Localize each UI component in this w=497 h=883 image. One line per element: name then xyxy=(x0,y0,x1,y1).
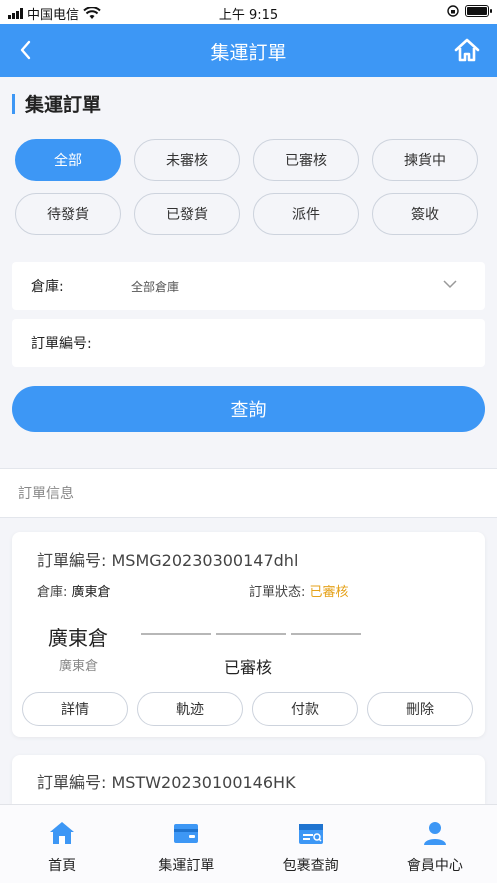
warehouse-value: 全部倉庫 xyxy=(131,279,180,294)
order-warehouse-label: 倉庫: xyxy=(37,585,68,600)
warehouse-label: 倉庫: xyxy=(31,279,64,295)
rotation-lock-icon xyxy=(447,5,459,17)
order-status: 訂單狀态: 已審核 xyxy=(249,581,349,600)
order-warehouse-value: 廣東倉 xyxy=(71,585,111,600)
nav-bar: 集運訂單 xyxy=(0,24,497,77)
tab-member[interactable]: 會員中心 xyxy=(373,805,497,883)
order-number-value: MSTW20230100146HK xyxy=(111,773,296,792)
filter-chip-shipped[interactable]: 已發貨 xyxy=(134,193,240,235)
order-number-label: 訂單編号: xyxy=(37,773,107,792)
order-number-label: 訂單編号: xyxy=(37,551,107,570)
section-title: 集運訂單 xyxy=(25,94,102,116)
filter-chip-delivery[interactable]: 派件 xyxy=(253,193,359,235)
pay-button[interactable]: 付款 xyxy=(252,692,358,726)
warehouse-select[interactable]: 倉庫: 全部倉庫 xyxy=(12,262,485,310)
tab-package-search-label: 包裹查詢 xyxy=(282,858,339,874)
progress-segment xyxy=(291,633,361,635)
details-button[interactable]: 詳情 xyxy=(22,692,128,726)
home-icon[interactable] xyxy=(453,36,481,64)
order-number-label: 訂單編号: xyxy=(31,336,92,352)
status-filter-group: 全部 未審核 已審核 揀貨中 待發貨 已發貨 派件 簽收 xyxy=(15,139,479,235)
tab-home[interactable]: 首頁 xyxy=(0,805,124,883)
order-number: 訂單編号: MSMG20230300147dhl xyxy=(37,547,298,571)
battery-icon xyxy=(465,5,492,17)
section-header: 集運訂單 xyxy=(12,90,101,117)
tab-home-label: 首頁 xyxy=(48,858,77,874)
query-button[interactable]: 查詢 xyxy=(12,386,485,432)
order-number-input[interactable] xyxy=(131,335,485,351)
tab-member-label: 會員中心 xyxy=(406,858,463,874)
order-card: 訂單編号: MSMG20230300147dhl 倉庫: 廣東倉 訂單狀态: 已… xyxy=(12,532,485,737)
filter-chip-to-ship[interactable]: 待發貨 xyxy=(15,193,121,235)
order-warehouse: 倉庫: 廣東倉 xyxy=(37,581,111,600)
section-accent-bar xyxy=(12,93,15,114)
order-status-value: 已審核 xyxy=(309,585,349,600)
progress-status: 已審核 xyxy=(224,658,273,677)
origin-warehouse-subtitle: 廣東倉 xyxy=(59,659,99,674)
status-bar: 中国电信 上午 9:15 xyxy=(0,0,497,24)
progress-segment xyxy=(216,633,286,635)
progress-segment xyxy=(141,633,211,635)
status-time: 上午 9:15 xyxy=(218,8,279,23)
user-icon xyxy=(423,822,446,845)
filter-chip-picking[interactable]: 揀貨中 xyxy=(372,139,478,181)
wallet-icon xyxy=(174,824,199,843)
package-search-icon xyxy=(298,824,323,844)
delete-button[interactable]: 刪除 xyxy=(367,692,473,726)
order-status-label: 訂單狀态: xyxy=(249,585,306,600)
filter-chip-unreviewed[interactable]: 未審核 xyxy=(134,139,240,181)
order-number: 訂單編号: MSTW20230100146HK xyxy=(37,769,296,793)
filter-chip-reviewed[interactable]: 已審核 xyxy=(253,139,359,181)
filter-chip-all[interactable]: 全部 xyxy=(15,139,121,181)
bottom-tab-bar: 首頁 集運訂單 包裹查詢 會員中心 xyxy=(0,804,497,883)
tab-orders-label: 集運訂單 xyxy=(158,858,215,874)
order-number-value: MSMG20230300147dhl xyxy=(111,551,299,570)
origin-warehouse-title: 廣東倉 xyxy=(48,626,108,650)
order-info-header: 訂單信息 xyxy=(0,468,497,518)
chevron-down-icon xyxy=(443,280,457,289)
track-button[interactable]: 軌迹 xyxy=(137,692,243,726)
filter-chip-signed[interactable]: 簽收 xyxy=(372,193,478,235)
tab-orders[interactable]: 集運訂單 xyxy=(124,805,248,883)
order-number-field: 訂單編号: xyxy=(12,319,485,367)
home-icon xyxy=(50,822,75,844)
tab-package-search[interactable]: 包裹查詢 xyxy=(249,805,373,883)
nav-title: 集運訂單 xyxy=(210,42,287,64)
order-card: 訂單編号: MSTW20230100146HK xyxy=(12,755,485,804)
